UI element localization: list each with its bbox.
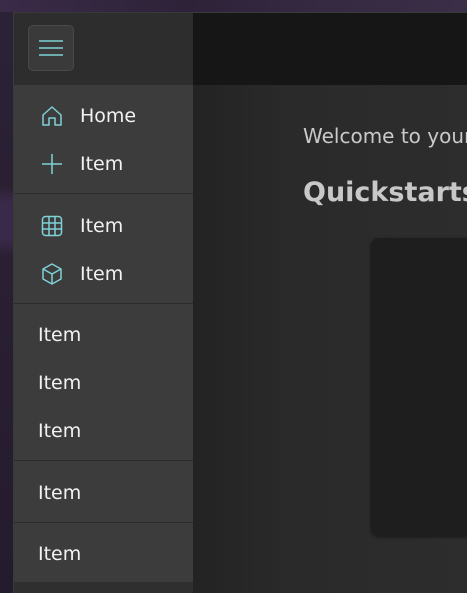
nav-separator [14,460,193,461]
nav-separator [14,522,193,523]
nav-item[interactable]: Item [14,469,193,517]
nav-item-home[interactable]: Home [14,92,193,140]
home-icon [40,104,64,128]
nav-item-label: Home [80,105,137,127]
cube-icon [40,262,64,286]
title-bar [193,13,467,85]
nav-item-label: Item [38,543,82,565]
nav-item-cube[interactable]: Item [14,250,193,298]
grid-icon [40,214,64,238]
desktop-backdrop-left [0,12,13,593]
app-window: Home Item Item Item Item Item Item Item … [13,12,467,593]
nav-item-label: Item [80,215,124,237]
nav-item-label: Item [38,324,82,346]
nav-item-label: Item [38,420,82,442]
plus-icon [40,152,64,176]
nav-item[interactable]: Item [14,407,193,455]
nav-item[interactable]: Item [14,311,193,359]
nav-item-add[interactable]: Item [14,140,193,188]
hamburger-menu-icon [39,40,63,56]
section-title: Quickstarts [303,177,467,208]
nav-item-label: Item [80,263,124,285]
quickstart-card[interactable] [371,238,467,536]
nav-item-label: Item [38,482,82,504]
nav-item-grid[interactable]: Item [14,202,193,250]
nav-separator [14,193,193,194]
main-content: Welcome to your Quickstarts [193,13,467,593]
nav-item-label: Item [38,372,82,394]
nav-footer [14,582,193,593]
nav-item-label: Item [80,153,124,175]
nav-item[interactable]: Item [14,359,193,407]
nav-separator [14,303,193,304]
navigation-pane: Home Item Item Item Item Item Item Item … [14,13,193,593]
welcome-text: Welcome to your [303,124,467,148]
desktop-backdrop-top [0,0,467,12]
menu-toggle-button[interactable] [28,25,74,71]
nav-header [14,13,193,85]
nav-item[interactable]: Item [14,530,193,578]
